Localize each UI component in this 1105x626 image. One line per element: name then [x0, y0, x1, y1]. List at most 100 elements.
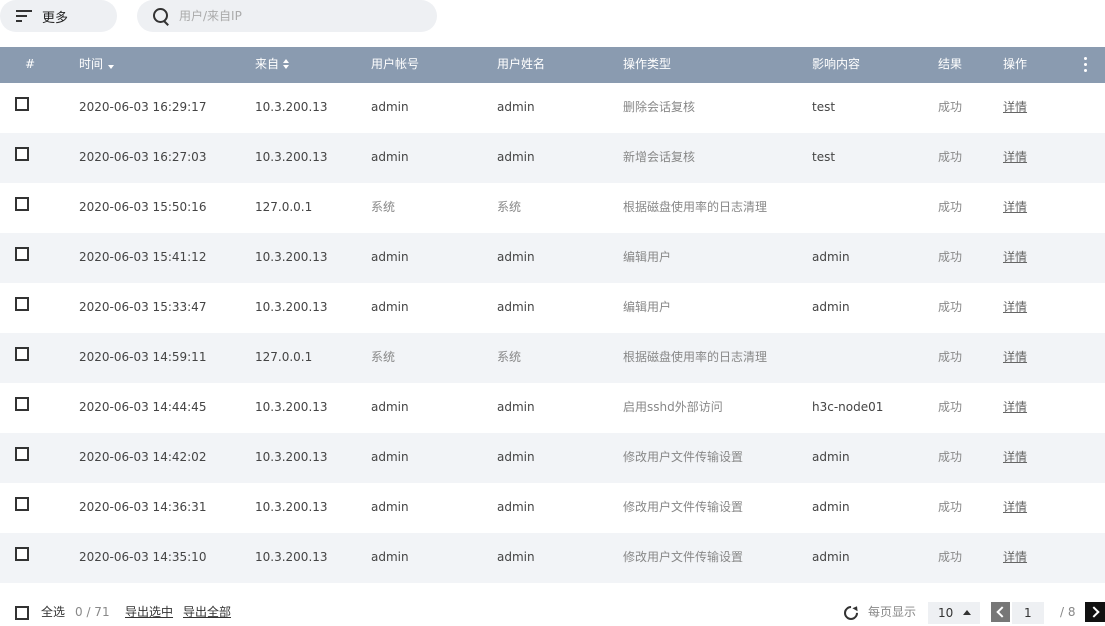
row-op-type: 修改用户文件传输设置 — [623, 550, 744, 564]
row-detail-link[interactable]: 详情 — [1003, 433, 1027, 483]
row-account: admin — [371, 250, 409, 264]
row-result: 成功 — [938, 500, 963, 514]
row-checkbox[interactable] — [15, 147, 29, 161]
table-header: # 时间 来自 用户帐号 用户姓名 操作类型 影响内容 结果 操作 — [0, 47, 1105, 83]
row-detail-link[interactable]: 详情 — [1003, 383, 1027, 433]
row-detail-link[interactable]: 详情 — [1003, 183, 1027, 233]
search-box — [137, 0, 437, 32]
search-icon — [153, 7, 170, 25]
table-row: 2020-06-03 14:59:11 127.0.0.1 系统 系统 根据磁盘… — [0, 333, 1105, 383]
row-target: h3c-node01 — [812, 400, 884, 414]
row-result: 成功 — [938, 100, 963, 114]
select-all-checkbox[interactable] — [15, 606, 29, 620]
next-page-button[interactable] — [1085, 602, 1105, 622]
table-row: 2020-06-03 15:50:16 127.0.0.1 系统 系统 根据磁盘… — [0, 183, 1105, 233]
row-op-type: 启用sshd外部访问 — [623, 400, 723, 414]
toolbar: 更多 — [0, 0, 1105, 34]
row-account: admin — [371, 400, 409, 414]
row-account: 系统 — [371, 350, 396, 364]
row-checkbox[interactable] — [15, 247, 29, 261]
row-target: admin — [812, 450, 850, 464]
row-from: 10.3.200.13 — [255, 300, 328, 314]
table-footer: 全选 0 / 71 导出选中 导出全部 每页显示 10 / 8 — [0, 598, 1105, 626]
row-username: 系统 — [497, 350, 522, 364]
row-detail-link[interactable]: 详情 — [1003, 483, 1027, 533]
row-from: 10.3.200.13 — [255, 150, 328, 164]
row-checkbox[interactable] — [15, 347, 29, 361]
col-username-header: 用户姓名 — [497, 57, 546, 71]
row-detail-link[interactable]: 详情 — [1003, 283, 1027, 333]
col-index-header: # — [25, 57, 36, 71]
row-result: 成功 — [938, 550, 963, 564]
row-result: 成功 — [938, 150, 963, 164]
row-checkbox[interactable] — [15, 197, 29, 211]
row-detail-link[interactable]: 详情 — [1003, 83, 1027, 133]
caret-up-icon — [963, 610, 971, 615]
select-all-label[interactable]: 全选 — [41, 598, 65, 626]
row-checkbox[interactable] — [15, 97, 29, 111]
export-all-link[interactable]: 导出全部 — [183, 598, 231, 626]
row-username: admin — [497, 550, 535, 564]
row-checkbox[interactable] — [15, 297, 29, 311]
col-op-type-header: 操作类型 — [623, 57, 672, 71]
row-result: 成功 — [938, 350, 963, 364]
total-pages: / 8 — [1060, 605, 1076, 619]
row-time: 2020-06-03 16:29:17 — [79, 100, 207, 114]
row-checkbox[interactable] — [15, 547, 29, 561]
row-detail-link[interactable]: 详情 — [1003, 333, 1027, 383]
row-detail-link[interactable]: 详情 — [1003, 133, 1027, 183]
column-menu-icon[interactable] — [1084, 57, 1088, 75]
row-checkbox[interactable] — [15, 447, 29, 461]
row-username: admin — [497, 400, 535, 414]
row-target: test — [812, 100, 836, 114]
row-from: 127.0.0.1 — [255, 200, 313, 214]
row-checkbox[interactable] — [15, 397, 29, 411]
table-row: 2020-06-03 15:33:47 10.3.200.13 admin ad… — [0, 283, 1105, 333]
row-from: 10.3.200.13 — [255, 250, 328, 264]
row-account: admin — [371, 100, 409, 114]
row-detail-link[interactable]: 详情 — [1003, 533, 1027, 583]
row-from: 127.0.0.1 — [255, 350, 313, 364]
prev-page-button[interactable] — [991, 602, 1010, 622]
row-op-type: 修改用户文件传输设置 — [623, 450, 744, 464]
row-result: 成功 — [938, 250, 963, 264]
row-time: 2020-06-03 15:33:47 — [79, 300, 207, 314]
row-account: admin — [371, 300, 409, 314]
row-time: 2020-06-03 14:44:45 — [79, 400, 207, 414]
row-result: 成功 — [938, 400, 963, 414]
row-target: admin — [812, 550, 850, 564]
row-account: admin — [371, 450, 409, 464]
filter-lines-icon — [16, 10, 32, 22]
col-account-header: 用户帐号 — [371, 57, 420, 71]
refresh-icon[interactable] — [844, 606, 858, 620]
row-username: admin — [497, 100, 535, 114]
table-row: 2020-06-03 16:27:03 10.3.200.13 admin ad… — [0, 133, 1105, 183]
row-result: 成功 — [938, 300, 963, 314]
col-from-header[interactable]: 来自 — [255, 47, 290, 83]
row-op-type: 新增会话复核 — [623, 150, 696, 164]
table-row: 2020-06-03 14:44:45 10.3.200.13 admin ad… — [0, 383, 1105, 433]
sort-desc-icon — [108, 65, 115, 69]
page-size-select[interactable]: 10 — [928, 602, 980, 624]
col-time-header[interactable]: 时间 — [79, 47, 115, 83]
page-number-input[interactable] — [1012, 602, 1044, 624]
row-checkbox[interactable] — [15, 497, 29, 511]
row-detail-link[interactable]: 详情 — [1003, 233, 1027, 283]
row-op-type: 根据磁盘使用率的日志清理 — [623, 350, 768, 364]
row-time: 2020-06-03 16:27:03 — [79, 150, 207, 164]
row-op-type: 修改用户文件传输设置 — [623, 500, 744, 514]
row-time: 2020-06-03 15:50:16 — [79, 200, 207, 214]
table-row: 2020-06-03 14:35:10 10.3.200.13 admin ad… — [0, 533, 1105, 583]
row-op-type: 编辑用户 — [623, 250, 672, 264]
more-button[interactable]: 更多 — [0, 0, 117, 32]
row-from: 10.3.200.13 — [255, 550, 328, 564]
row-from: 10.3.200.13 — [255, 100, 328, 114]
table-row: 2020-06-03 14:42:02 10.3.200.13 admin ad… — [0, 433, 1105, 483]
table-body: 2020-06-03 16:29:17 10.3.200.13 admin ad… — [0, 83, 1105, 583]
selected-count: 0 / 71 — [75, 605, 110, 619]
search-input[interactable] — [179, 9, 419, 23]
row-from: 10.3.200.13 — [255, 400, 328, 414]
col-target-header: 影响内容 — [812, 57, 861, 71]
col-time-label: 时间 — [79, 57, 104, 71]
export-selected-link[interactable]: 导出选中 — [125, 598, 173, 626]
